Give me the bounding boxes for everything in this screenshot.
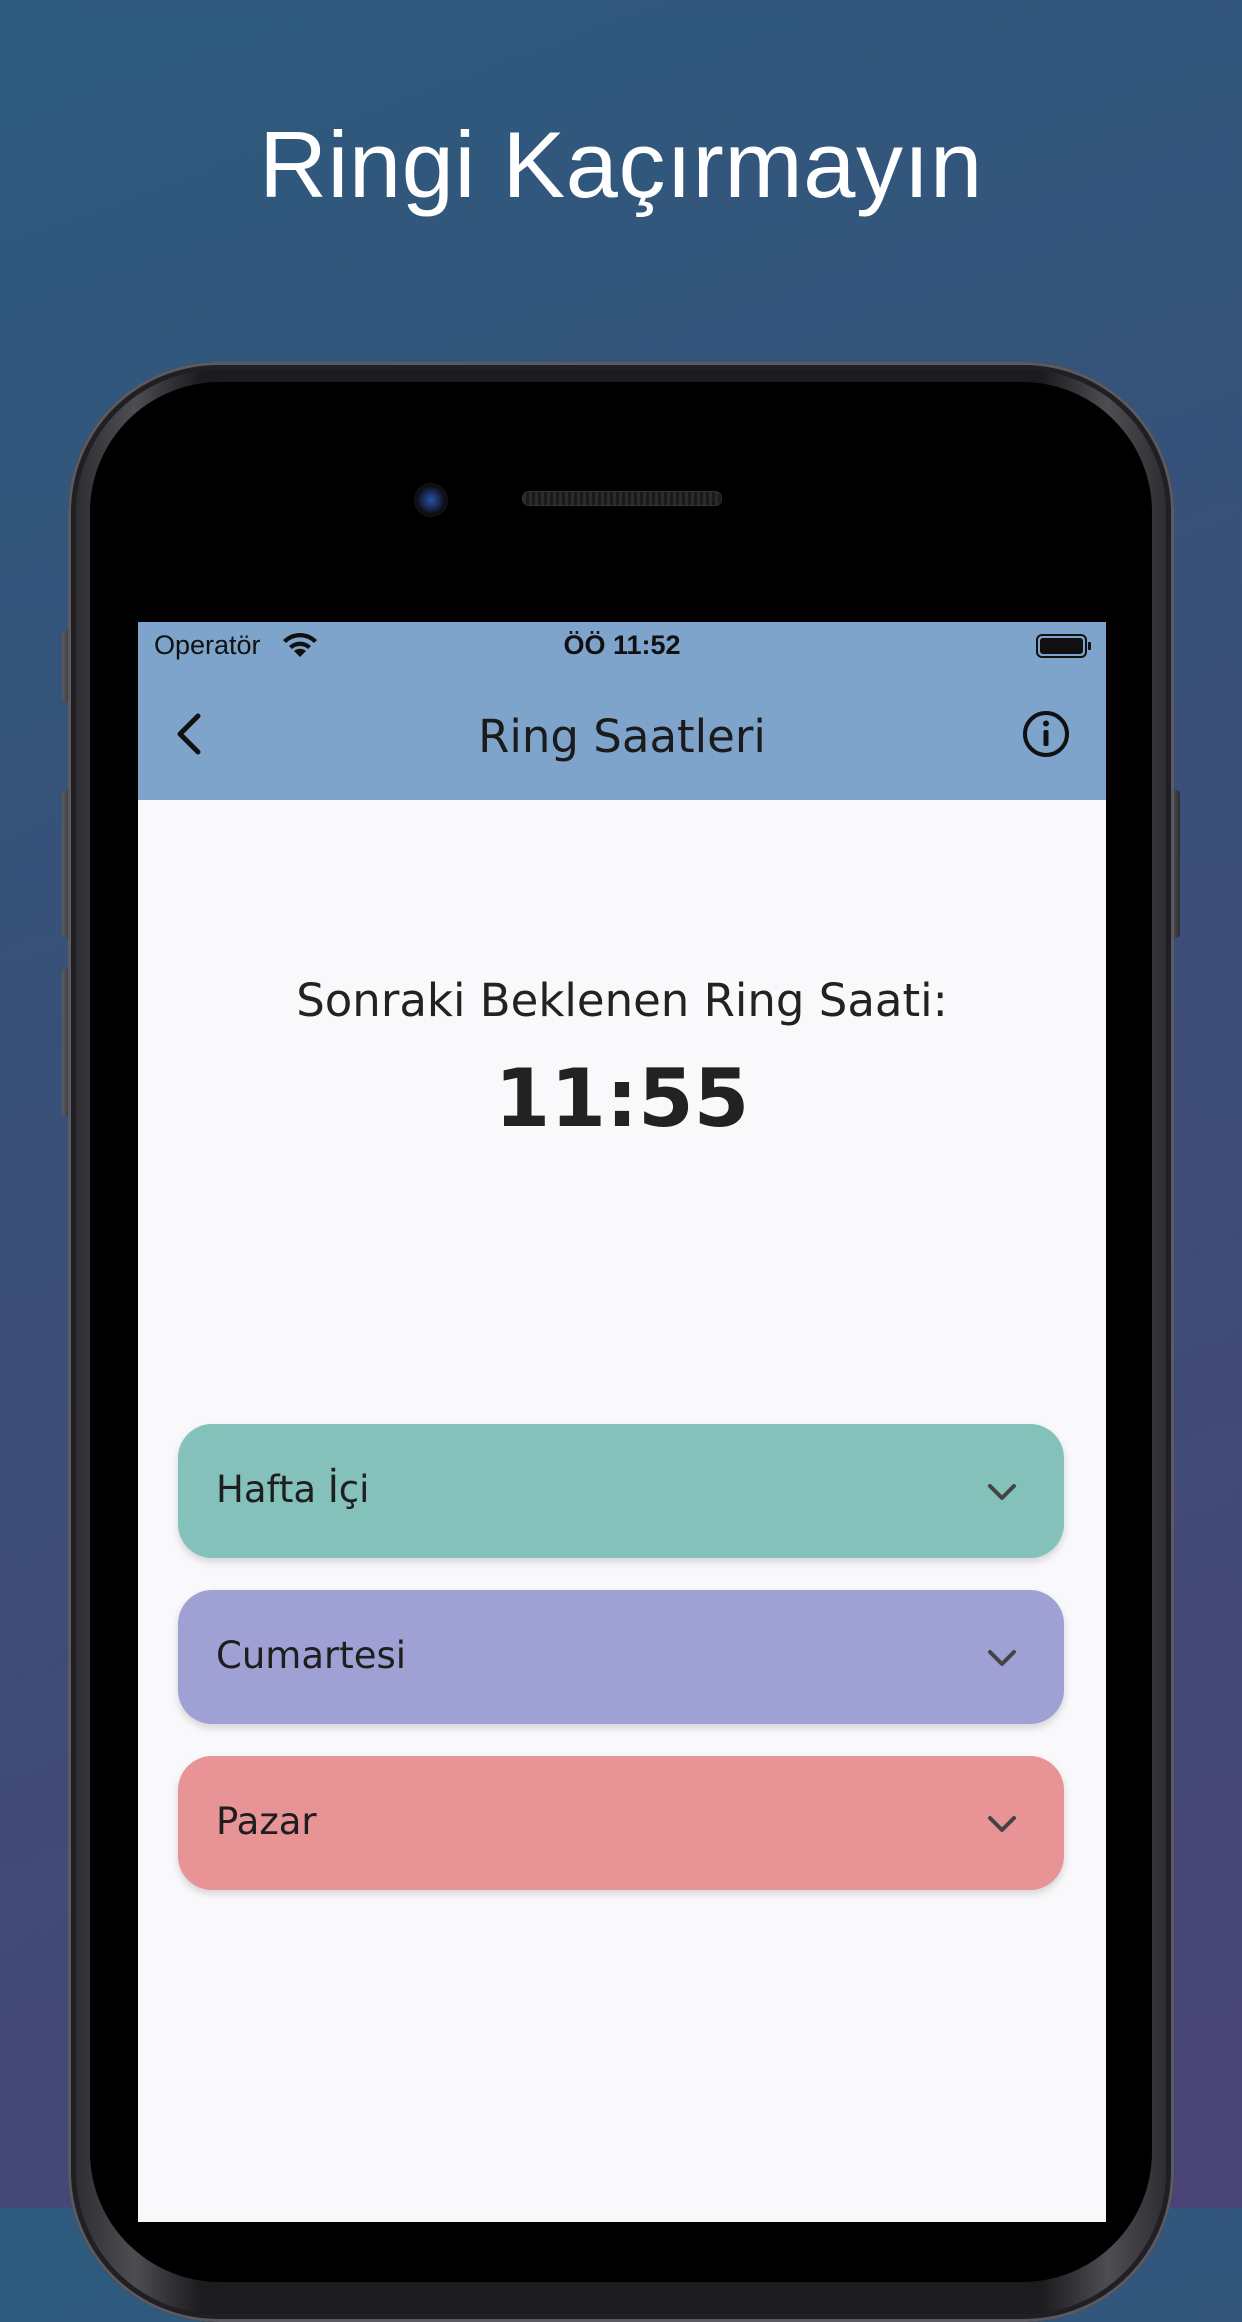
app-header: Operatör ÖÖ 11:52 Ring Saatleri: [138, 622, 1106, 800]
schedule-weekday[interactable]: Hafta İçi: [178, 1424, 1064, 1558]
schedule-label: Cumartesi: [216, 1634, 407, 1677]
schedule-label: Hafta İçi: [216, 1468, 370, 1511]
chevron-down-icon: [988, 1484, 1016, 1500]
page-title: Ring Saatleri: [478, 710, 766, 763]
info-button[interactable]: [1016, 704, 1076, 764]
info-icon: [1023, 711, 1069, 757]
schedule-saturday[interactable]: Cumartesi: [178, 1590, 1064, 1724]
next-ring-label: Sonraki Beklenen Ring Saati:: [296, 974, 948, 1027]
schedule-label: Pazar: [216, 1800, 317, 1843]
front-camera: [414, 483, 448, 517]
battery-icon: [1036, 634, 1091, 658]
earpiece-speaker: [522, 491, 722, 506]
chevron-down-icon: [988, 1816, 1016, 1832]
promo-headline: Ringi Kaçırmayın: [259, 112, 983, 217]
schedule-sunday[interactable]: Pazar: [178, 1756, 1064, 1890]
status-time: ÖÖ 11:52: [563, 630, 681, 660]
chevron-down-icon: [988, 1650, 1016, 1666]
phone-screen: Operatör ÖÖ 11:52 Ring Saatleri Sonraki …: [138, 622, 1106, 2222]
next-ring-time: 11:55: [494, 1052, 750, 1145]
status-bar: Operatör ÖÖ 11:52: [138, 622, 1106, 672]
